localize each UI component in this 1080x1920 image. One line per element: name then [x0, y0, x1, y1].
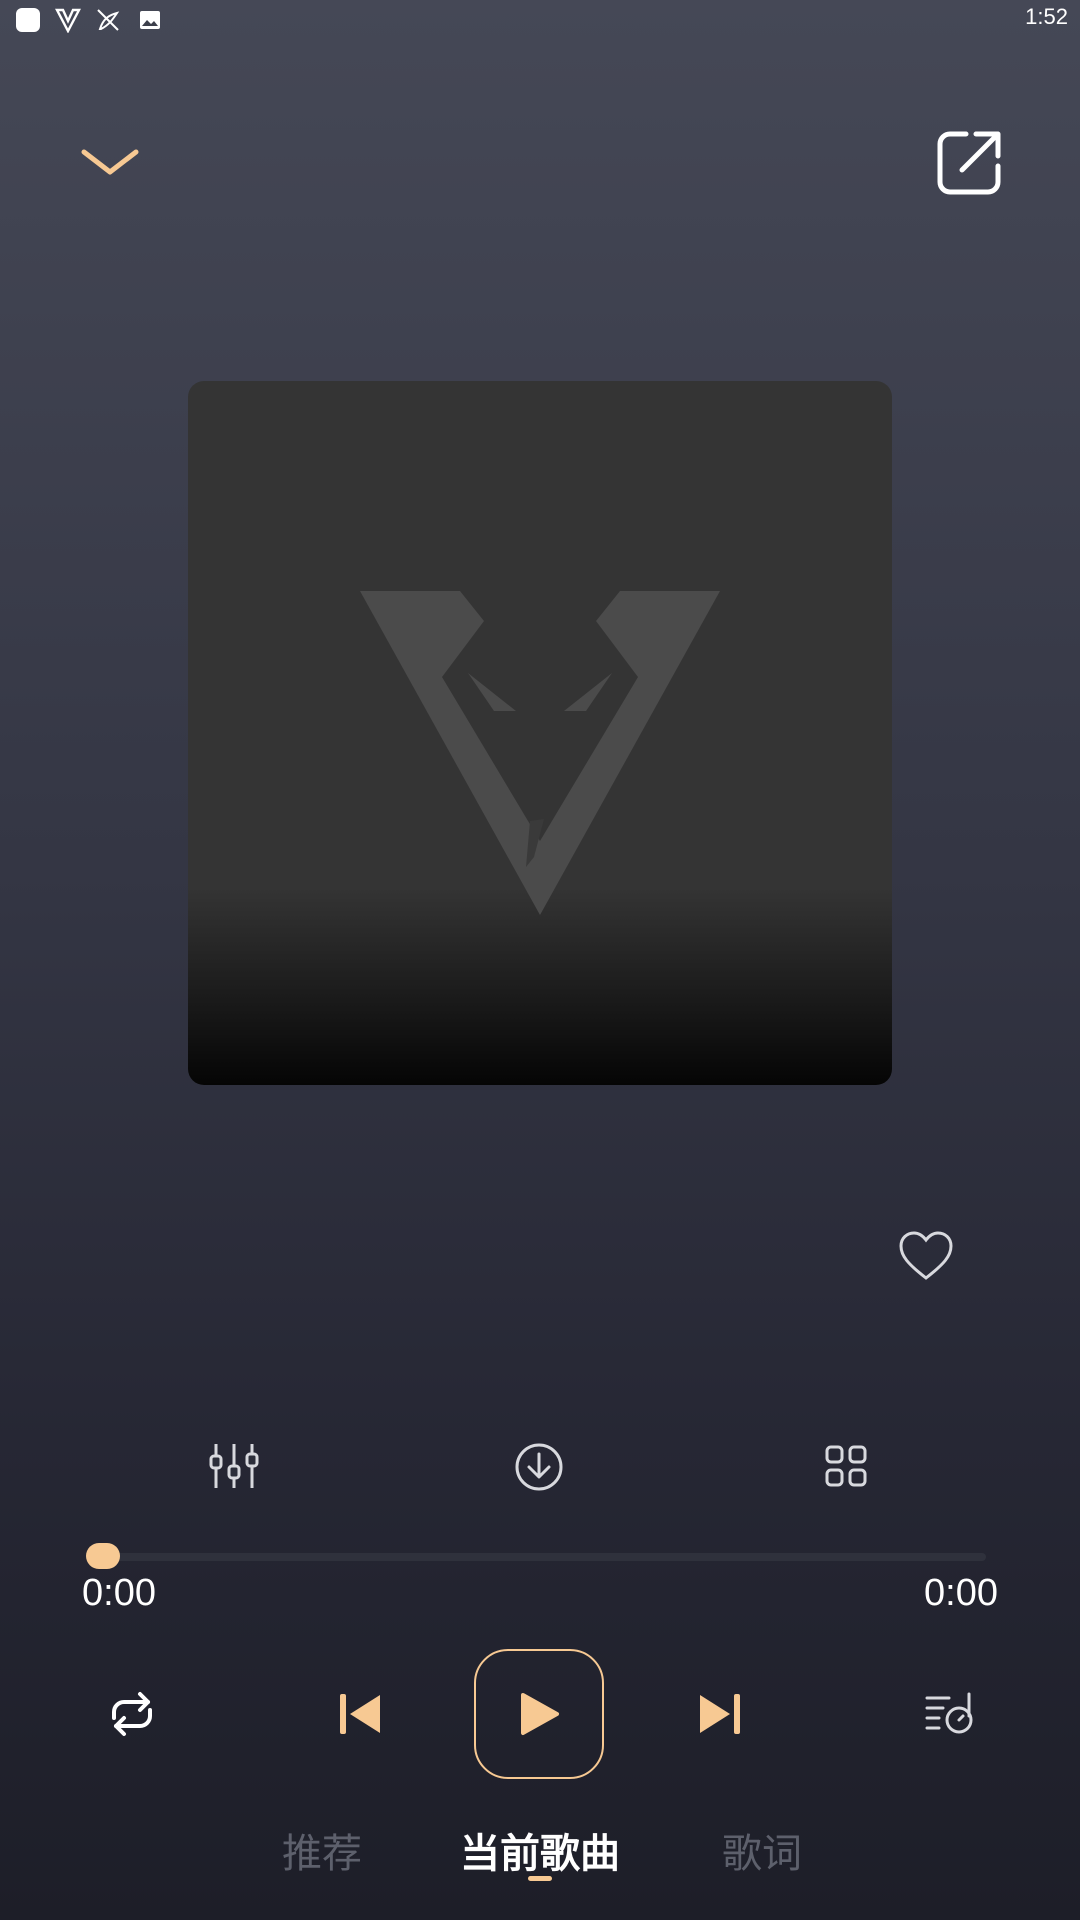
play-icon — [521, 1693, 559, 1735]
repeat-button[interactable] — [98, 1680, 166, 1748]
playlist-music-icon — [925, 1692, 973, 1734]
tab-indicator — [528, 1876, 552, 1881]
image-icon — [136, 6, 164, 34]
heart-outline-icon — [899, 1231, 953, 1280]
album-art — [188, 381, 892, 1085]
bird-off-icon — [94, 6, 122, 34]
current-time: 0:00 — [82, 1572, 156, 1614]
progress-track[interactable] — [86, 1553, 986, 1561]
repeat-icon — [112, 1692, 152, 1736]
play-button[interactable] — [474, 1649, 604, 1779]
equalizer-sliders-icon — [209, 1444, 259, 1488]
download-button[interactable] — [508, 1436, 570, 1498]
status-bar: 1:52 — [0, 0, 1080, 40]
download-circle-icon — [515, 1443, 563, 1491]
chevron-down-icon — [81, 149, 139, 175]
grid-four-icon — [825, 1445, 867, 1487]
progress-thumb[interactable] — [86, 1543, 120, 1569]
tab-lyrics[interactable]: 歌词 — [722, 1820, 802, 1880]
tab-recommend[interactable]: 推荐 — [282, 1820, 362, 1880]
total-time: 0:00 — [924, 1572, 998, 1614]
status-time: 1:52 — [1025, 4, 1068, 29]
next-button[interactable] — [690, 1684, 750, 1744]
share-button[interactable] — [930, 122, 1010, 202]
skip-previous-icon — [340, 1694, 380, 1734]
favorite-button[interactable] — [894, 1224, 958, 1288]
playlist-button[interactable] — [918, 1682, 982, 1746]
equalizer-button[interactable] — [204, 1436, 264, 1496]
app-square-icon — [14, 6, 42, 34]
v-logo-icon — [54, 6, 82, 34]
skip-next-icon — [700, 1694, 740, 1734]
previous-button[interactable] — [330, 1684, 390, 1744]
collapse-button[interactable] — [70, 130, 150, 194]
more-button[interactable] — [816, 1436, 876, 1496]
share-external-icon — [937, 131, 1001, 195]
viper-v-logo-icon — [360, 591, 720, 915]
tab-current-song[interactable]: 当前歌曲 — [460, 1820, 620, 1880]
